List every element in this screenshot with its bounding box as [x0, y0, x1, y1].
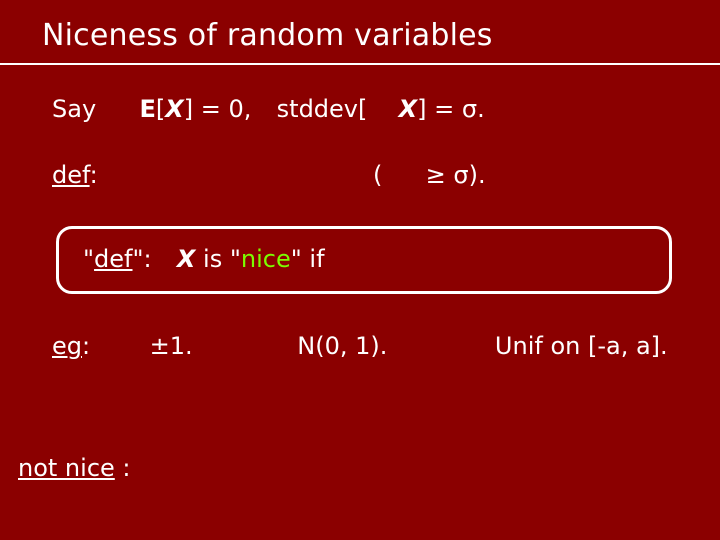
- line-eg: eg: ±1. N(0, 1). Unif on [-a, a].: [52, 330, 676, 362]
- eg-colon: :: [82, 332, 90, 360]
- box-end: " if: [291, 245, 325, 273]
- box-def: def: [94, 245, 132, 273]
- line-def: def: ( ≥ σ).: [52, 159, 676, 191]
- nice-word: nice: [241, 245, 291, 273]
- not-nice-label: not nice: [18, 454, 115, 482]
- var-X-1: X: [165, 95, 184, 123]
- slide-title: Niceness of random variables: [42, 18, 720, 53]
- eq-zero: ] = 0,: [184, 95, 252, 123]
- expectation-E: E: [139, 95, 155, 123]
- quote-close-colon: ":: [133, 245, 152, 273]
- def-label: def: [52, 161, 90, 189]
- open-paren: (: [373, 161, 382, 189]
- not-nice-colon: :: [122, 454, 130, 482]
- eg-label: eg: [52, 332, 82, 360]
- highlight-box: "def": X is "nice" if: [56, 226, 672, 294]
- quote-open: ": [83, 245, 94, 273]
- var-X-2: X: [399, 95, 418, 123]
- line-say: Say E[X] = 0, stddev[ X] = σ.: [52, 93, 676, 125]
- say-label: Say: [52, 95, 96, 123]
- def-colon: :: [90, 161, 98, 189]
- eq-sigma: ] = σ.: [417, 95, 485, 123]
- box-is: is ": [195, 245, 240, 273]
- title-region: Niceness of random variables: [0, 0, 720, 57]
- slide-body: Say E[X] = 0, stddev[ X] = σ. def: ( ≥ σ…: [0, 65, 720, 363]
- line-not-nice: not nice :: [18, 454, 131, 482]
- eg-pm1: ±1.: [150, 330, 290, 362]
- ge-sigma: ≥ σ).: [426, 161, 486, 189]
- eg-unif: Unif on [-a, a].: [495, 330, 668, 362]
- stddev-label: stddev[: [277, 95, 368, 123]
- lbracket: [: [156, 95, 165, 123]
- slide: Niceness of random variables Say E[X] = …: [0, 0, 720, 540]
- eg-normal: N(0, 1).: [297, 330, 487, 362]
- box-X: X: [177, 245, 196, 273]
